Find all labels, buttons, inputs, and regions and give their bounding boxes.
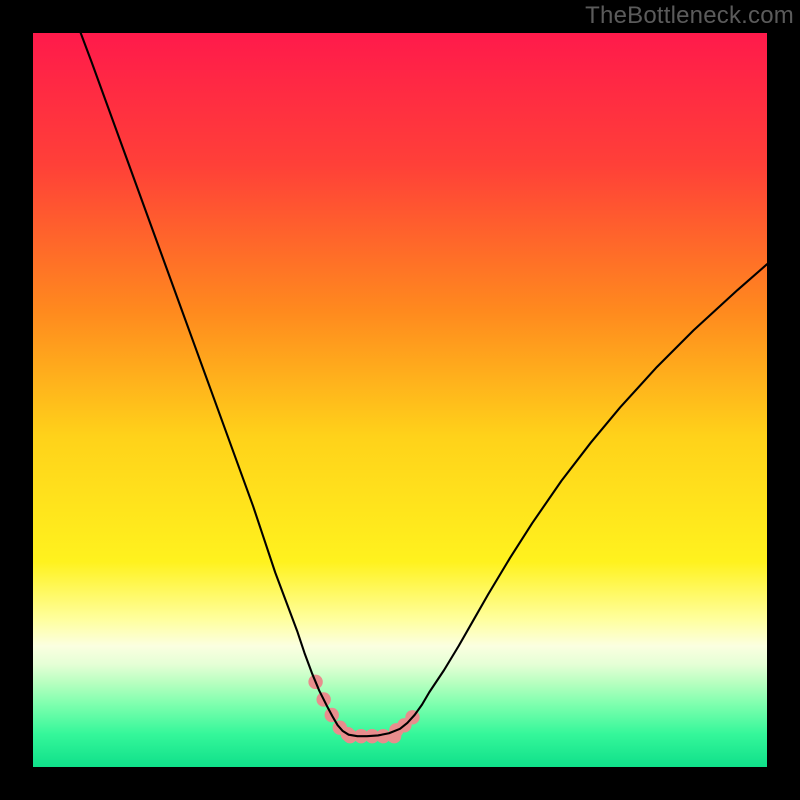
- gradient-background: [33, 33, 767, 767]
- chart-plot-area: [33, 33, 767, 767]
- watermark-text: TheBottleneck.com: [585, 2, 794, 30]
- chart-frame: TheBottleneck.com: [0, 0, 800, 800]
- chart-svg: [33, 33, 767, 767]
